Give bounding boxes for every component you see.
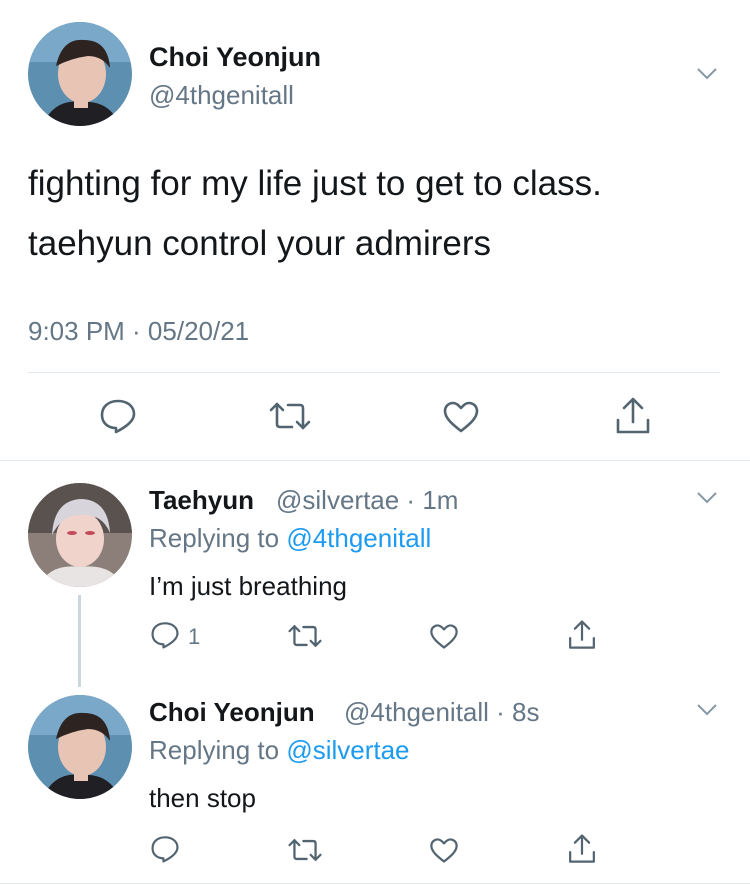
like-icon <box>430 838 458 863</box>
like-icon <box>443 401 479 433</box>
chevron-down-icon[interactable] <box>696 703 718 717</box>
handle[interactable]: @4thgenitall <box>149 80 294 111</box>
like-button[interactable] <box>429 837 459 864</box>
like-button[interactable] <box>442 400 480 434</box>
main-tweet: Choi Yeonjun @4thgenitall fighting for m… <box>0 0 750 460</box>
replying-prefix: Replying to <box>149 735 280 765</box>
reply-icon <box>151 622 179 649</box>
like-icon <box>430 624 458 649</box>
thread-line <box>78 595 81 687</box>
replying-to: Replying to @silvertae <box>149 735 410 766</box>
display-name[interactable]: Taehyun <box>149 485 254 516</box>
handle-time[interactable]: @4thgenitall · 8s <box>344 697 540 728</box>
handle-time[interactable]: @silvertae · 1m <box>276 485 458 516</box>
chevron-down-icon[interactable] <box>696 491 718 505</box>
share-icon <box>616 397 650 434</box>
timestamp[interactable]: 9:03 PM · 05/20/21 <box>28 316 249 347</box>
reply-button[interactable] <box>150 621 180 649</box>
reply-button[interactable] <box>150 835 180 863</box>
retweet-button[interactable] <box>287 837 323 863</box>
retweet-icon <box>288 625 322 647</box>
retweet-icon <box>288 839 322 861</box>
avatar[interactable] <box>28 22 132 126</box>
chevron-down-icon[interactable] <box>696 67 718 81</box>
share-button[interactable] <box>567 833 597 865</box>
tweet-text-line-1: fighting for my life just to get to clas… <box>28 164 602 203</box>
share-icon <box>569 620 595 649</box>
replying-to: Replying to @4thgenitall <box>149 523 431 554</box>
reply-tweet: Taehyun @silvertae · 1m Replying to @4th… <box>0 461 750 687</box>
share-button[interactable] <box>614 396 652 436</box>
retweet-button[interactable] <box>287 623 323 649</box>
reply-count: 1 <box>188 624 201 649</box>
reply-tweet: Choi Yeonjun @4thgenitall · 8s Replying … <box>0 685 750 885</box>
retweet-icon <box>269 402 311 430</box>
reply-text: then stop <box>149 783 256 813</box>
bottom-divider <box>0 883 750 884</box>
avatar[interactable] <box>28 483 132 587</box>
reply-text: I’m just breathing <box>149 571 347 601</box>
display-name[interactable]: Choi Yeonjun <box>149 697 315 728</box>
replying-handle[interactable]: @4thgenitall <box>286 523 431 553</box>
tweet-text-line-2: taehyun control your admirers <box>28 224 491 263</box>
retweet-button[interactable] <box>268 400 312 432</box>
reply-icon <box>100 399 136 434</box>
replying-handle[interactable]: @silvertae <box>286 735 409 765</box>
display-name[interactable]: Choi Yeonjun <box>149 42 321 73</box>
reply-button[interactable] <box>99 398 137 434</box>
avatar[interactable] <box>28 695 132 799</box>
divider <box>28 372 720 373</box>
like-button[interactable] <box>429 623 459 650</box>
share-button[interactable] <box>567 619 597 651</box>
reply-icon <box>151 836 179 863</box>
replying-prefix: Replying to <box>149 523 280 553</box>
share-icon <box>569 834 595 863</box>
